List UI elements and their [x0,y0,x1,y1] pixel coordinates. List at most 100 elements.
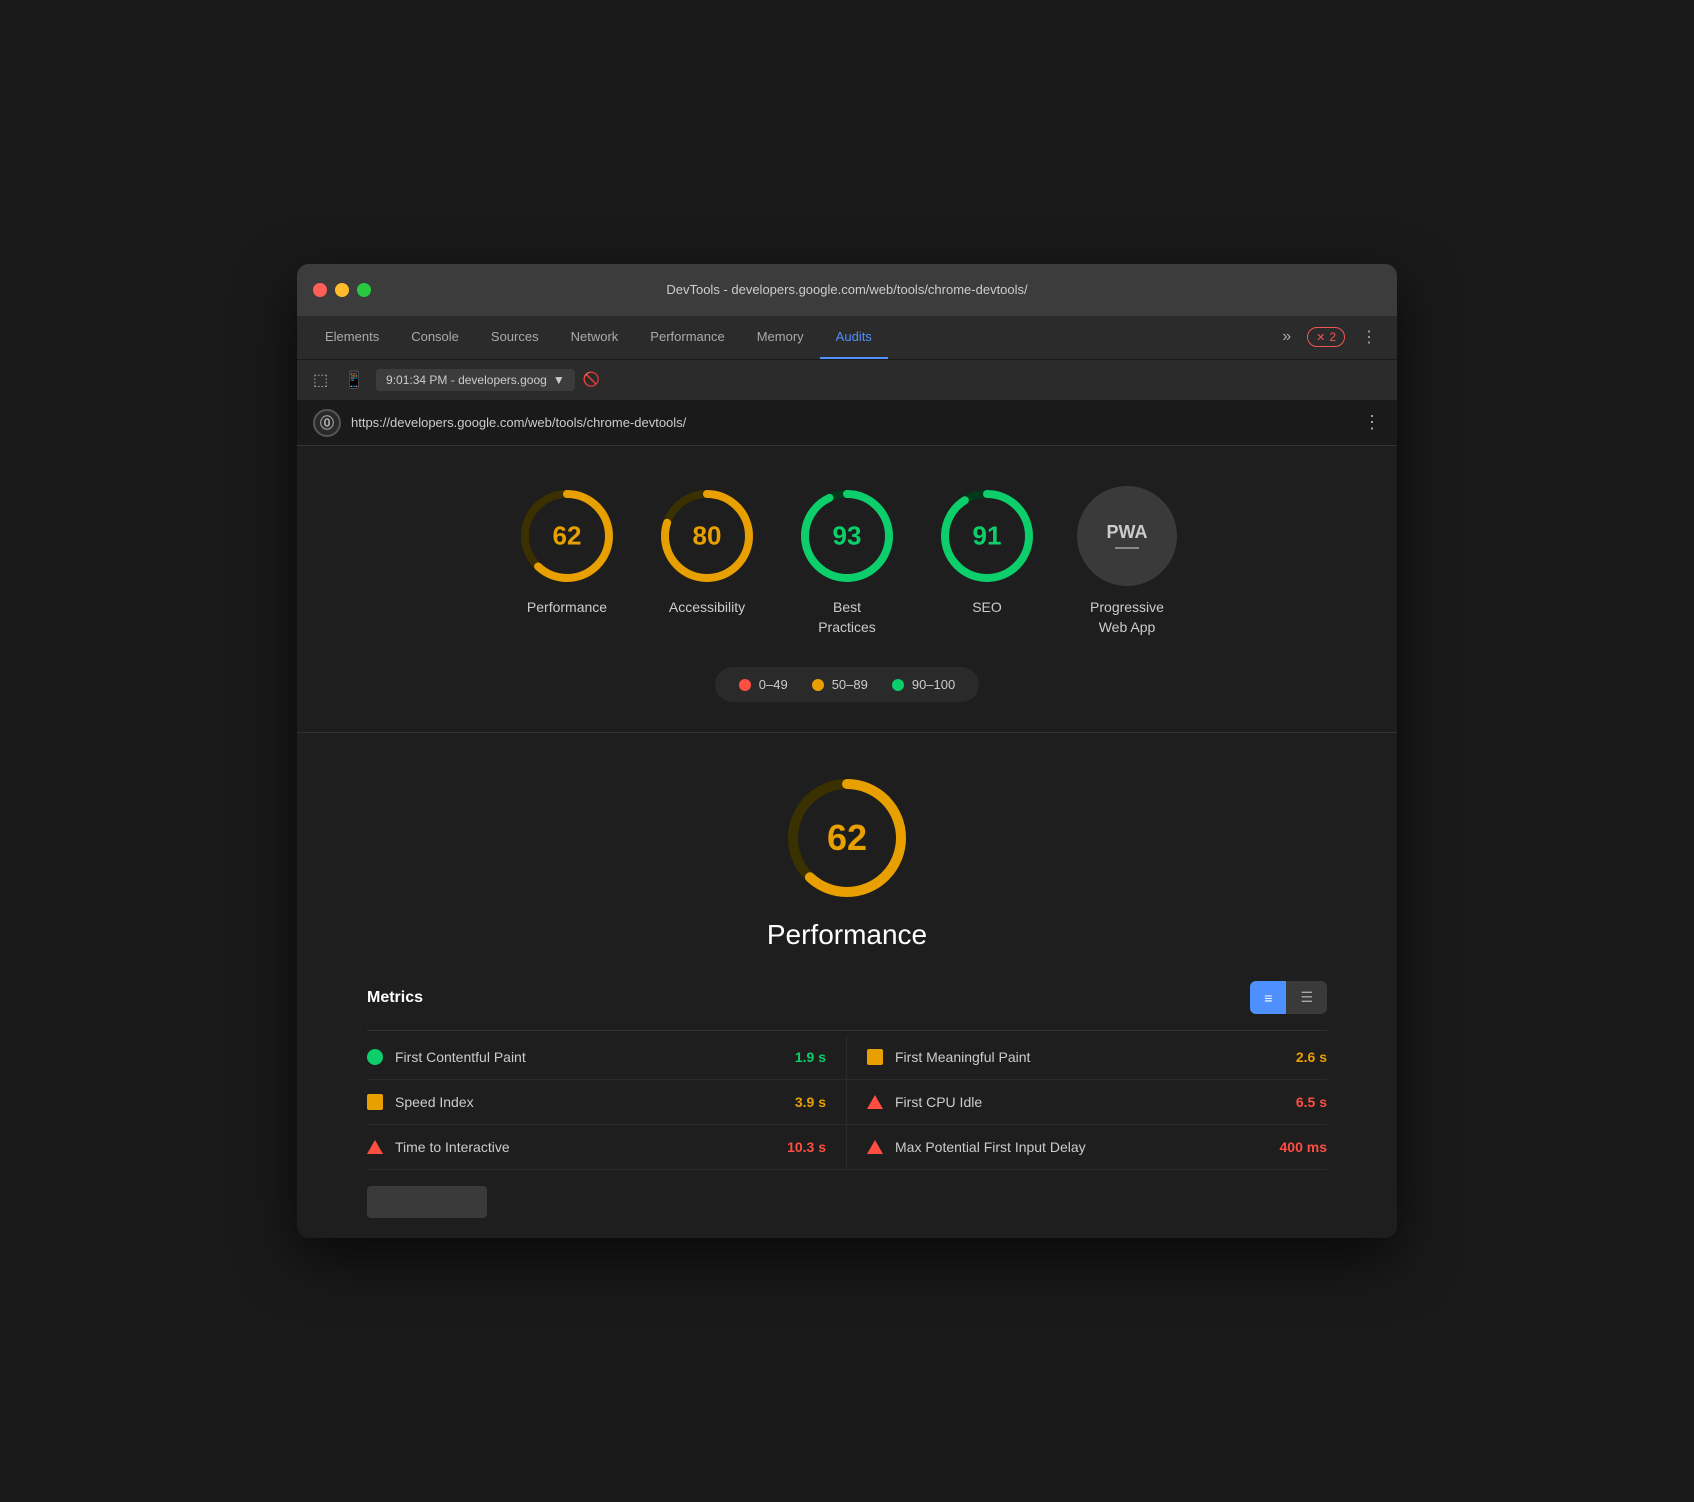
address-tab[interactable]: 9:01:34 PM - developers.goog ▼ [376,369,575,391]
pwa-dash [1115,547,1139,549]
score-circle-seo: 91 [937,486,1037,586]
score-label-performance: Performance [527,598,607,618]
window-title: DevTools - developers.google.com/web/too… [666,282,1027,297]
legend-label-green: 90–100 [912,677,955,692]
devtools-url-more[interactable]: ⋮ [1363,412,1381,433]
metric-value-fci: 6.5 s [1296,1094,1327,1110]
maximize-button[interactable] [357,283,371,297]
score-seo[interactable]: 91 SEO [937,486,1037,618]
metric-value-tti: 10.3 s [787,1139,826,1155]
metric-name-si: Speed Index [395,1094,783,1110]
performance-detail-section: 62 Performance Metrics ≡ ☰ [297,733,1397,1238]
score-value-accessibility: 80 [693,520,722,551]
score-label-pwa: ProgressiveWeb App [1090,598,1164,637]
score-value-best-practices: 93 [833,520,862,551]
inspect-button[interactable]: ⬚ [309,366,332,394]
browser-window: DevTools - developers.google.com/web/too… [297,264,1397,1238]
metric-first-meaningful-paint: First Meaningful Paint 2.6 s [847,1035,1327,1080]
score-best-practices[interactable]: 93 BestPractices [797,486,897,637]
metrics-divider [367,1030,1327,1031]
score-value-seo: 91 [973,520,1002,551]
bottom-buttons-area [367,1186,1327,1218]
metric-icon-mpfid [867,1140,883,1154]
tabs-right: » 2 ⋮ [1274,323,1385,351]
score-accessibility[interactable]: 80 Accessibility [657,486,757,618]
scores-section: 62 Performance 80 Accessibility [297,446,1397,733]
error-badge[interactable]: 2 [1307,327,1345,347]
metric-name-tti: Time to Interactive [395,1139,775,1155]
legend-label-orange: 50–89 [832,677,868,692]
tab-address-title: 9:01:34 PM - developers.goog [386,373,547,387]
devtools-menu-button[interactable]: ⋮ [1353,323,1385,351]
tab-console[interactable]: Console [395,315,475,359]
legend-green: 90–100 [892,677,955,692]
metric-time-to-interactive: Time to Interactive 10.3 s [367,1125,847,1170]
devtools-url: https://developers.google.com/web/tools/… [351,415,1353,430]
legend-red: 0–49 [739,677,788,692]
minimize-button[interactable] [335,283,349,297]
metrics-left-column: First Contentful Paint 1.9 s Speed Index… [367,1035,847,1170]
metric-value-fmp: 2.6 s [1296,1049,1327,1065]
score-pwa[interactable]: PWA ProgressiveWeb App [1077,486,1177,637]
tab-sources[interactable]: Sources [475,315,555,359]
tab-memory[interactable]: Memory [741,315,820,359]
tab-audits[interactable]: Audits [820,315,888,359]
score-label-seo: SEO [972,598,1002,618]
metric-value-fcp: 1.9 s [795,1049,826,1065]
tab-dropdown-arrow[interactable]: ▼ [553,373,565,387]
more-tabs-button[interactable]: » [1274,324,1299,350]
tab-elements[interactable]: Elements [309,315,395,359]
score-circle-performance: 62 [517,486,617,586]
metric-icon-fcp [367,1049,383,1065]
perf-score-number: 62 [827,817,867,859]
score-performance[interactable]: 62 Performance [517,486,617,618]
tab-performance[interactable]: Performance [634,315,740,359]
perf-score-large: 62 [782,773,912,903]
score-label-best-practices: BestPractices [818,598,876,637]
metrics-section: Metrics ≡ ☰ First Contentful Paint 1.9 s [367,981,1327,1218]
devtools-tabs-bar: Elements Console Sources Network Perform… [297,316,1397,360]
metrics-header: Metrics ≡ ☰ [367,981,1327,1014]
metric-icon-fmp [867,1049,883,1065]
score-legend: 0–49 50–89 90–100 [715,667,979,702]
title-bar: DevTools - developers.google.com/web/too… [297,264,1397,316]
metric-icon-tti [367,1140,383,1154]
tab-network[interactable]: Network [555,315,635,359]
metric-name-fcp: First Contentful Paint [395,1049,783,1065]
score-value-performance: 62 [553,520,582,551]
metric-first-cpu-idle: First CPU Idle 6.5 s [847,1080,1327,1125]
metric-name-mpfid: Max Potential First Input Delay [895,1139,1268,1155]
score-circle-best-practices: 93 [797,486,897,586]
metric-icon-si [367,1094,383,1110]
close-button[interactable] [313,283,327,297]
devtools-url-bar: ⓪ https://developers.google.com/web/tool… [297,401,1397,446]
legend-dot-orange [812,679,824,691]
metrics-toggle: ≡ ☰ [1250,981,1327,1014]
dt-logo: ⓪ [313,409,341,437]
toggle-list-button[interactable]: ☰ [1286,981,1327,1014]
legend-label-red: 0–49 [759,677,788,692]
metric-icon-fci [867,1095,883,1109]
metric-first-contentful-paint: First Contentful Paint 1.9 s [367,1035,847,1080]
score-circle-accessibility: 80 [657,486,757,586]
pwa-circle: PWA [1077,486,1177,586]
stop-icon[interactable]: 🚫 [583,371,600,388]
score-label-accessibility: Accessibility [669,598,745,618]
view-trace-button[interactable] [367,1186,487,1218]
device-toolbar-button[interactable]: 📱 [340,366,368,394]
legend-dot-green [892,679,904,691]
metric-max-potential-fid: Max Potential First Input Delay 400 ms [847,1125,1327,1170]
toggle-expanded-button[interactable]: ≡ [1250,981,1286,1014]
traffic-lights [313,283,371,297]
metric-value-mpfid: 400 ms [1280,1139,1327,1155]
metric-name-fmp: First Meaningful Paint [895,1049,1284,1065]
perf-title: Performance [767,919,927,951]
metrics-title: Metrics [367,989,423,1007]
metrics-right-column: First Meaningful Paint 2.6 s First CPU I… [847,1035,1327,1170]
address-bar-area: ⬚ 📱 9:01:34 PM - developers.goog ▼ 🚫 [297,360,1397,401]
legend-dot-red [739,679,751,691]
metric-value-si: 3.9 s [795,1094,826,1110]
metric-name-fci: First CPU Idle [895,1094,1284,1110]
devtools-content: 62 Performance 80 Accessibility [297,446,1397,1238]
legend-orange: 50–89 [812,677,868,692]
